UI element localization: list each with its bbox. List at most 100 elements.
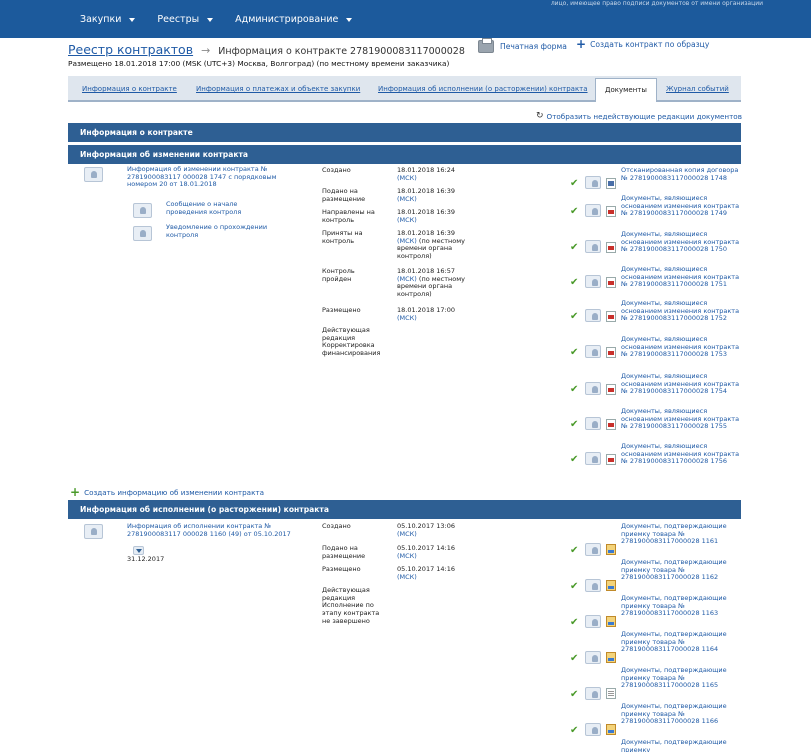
execution-info-title[interactable]: Информация об исполнении контракта № 278…: [127, 522, 307, 538]
document-row: ✔ Документы, являющиеся основанием измене…: [570, 407, 741, 438]
document-link[interactable]: Документы, подтверждающие приемку товара…: [621, 594, 741, 618]
image-file-icon[interactable]: [606, 580, 616, 591]
document-link[interactable]: Документы, являющиеся основанием изменен…: [621, 194, 741, 218]
show-inactive-editions-link[interactable]: ↻ Отобразить недействующие редакции доку…: [536, 111, 742, 121]
tab-documents[interactable]: Документы: [595, 78, 657, 102]
signature-stamp-icon[interactable]: [585, 579, 601, 592]
section-change-info[interactable]: Информация об изменении контракта: [68, 145, 741, 164]
signature-stamp-icon[interactable]: [585, 204, 601, 217]
event-accepted-label: Приняты на контроль: [322, 229, 363, 245]
document-link[interactable]: Документы, подтверждающие приемку товара…: [621, 558, 741, 582]
document-link[interactable]: Документы, подтверждающие приемку товара…: [621, 630, 741, 654]
header-notice: лицо, имеющее право подписи документов о…: [550, 0, 763, 7]
signature-stamp-icon[interactable]: [585, 275, 601, 288]
document-link[interactable]: Документы, являющиеся основанием изменен…: [621, 299, 741, 323]
signature-stamp-icon[interactable]: [585, 417, 601, 430]
document-row: Документы, подтверждающие приемку: [570, 739, 741, 752]
tab-execution-info[interactable]: Информация об исполнении (о расторжении)…: [378, 85, 588, 93]
menu-registries[interactable]: Реестры: [157, 14, 214, 25]
timezone-link[interactable]: (МСК): [397, 573, 467, 582]
section-contract-info[interactable]: Информация о контракте: [68, 123, 741, 142]
timezone-link[interactable]: (МСК): [397, 552, 467, 561]
pdf-file-icon[interactable]: [606, 242, 616, 253]
main-menu: Закупки Реестры Администрирование: [80, 14, 353, 25]
document-link[interactable]: Документы, являющиеся основанием изменен…: [621, 230, 741, 254]
image-file-icon[interactable]: [606, 724, 616, 735]
signature-stamp-icon[interactable]: [585, 723, 601, 736]
document-link[interactable]: Документы, подтверждающие приемку: [621, 739, 741, 752]
scan-file-icon[interactable]: [606, 178, 616, 189]
image-file-icon[interactable]: [606, 652, 616, 663]
tab-contract-info[interactable]: Информация о контракте: [82, 85, 177, 93]
pdf-file-icon[interactable]: [606, 347, 616, 358]
signature-stamp-icon[interactable]: [585, 309, 601, 322]
event-created-label: Создано: [322, 166, 351, 174]
timezone-link[interactable]: (МСК): [397, 216, 467, 225]
pdf-file-icon[interactable]: [606, 454, 616, 465]
document-stamp-icon[interactable]: [84, 167, 103, 182]
create-contract-by-template-button[interactable]: + Создать контракт по образцу: [576, 38, 709, 50]
document-row: ✔ Документы, подтверждающие приемку товар…: [570, 594, 741, 631]
image-file-icon[interactable]: [606, 544, 616, 555]
pdf-file-icon[interactable]: [606, 384, 616, 395]
timezone-link[interactable]: (МСК): [397, 530, 467, 539]
signature-stamp-icon[interactable]: [585, 382, 601, 395]
change-info-title[interactable]: Информация об изменении контракта № 2781…: [127, 165, 307, 189]
menu-registries-label: Реестры: [157, 14, 200, 25]
text-file-icon[interactable]: [606, 688, 616, 699]
timezone-link[interactable]: (МСК): [397, 174, 467, 183]
document-stamp-icon[interactable]: [133, 203, 152, 218]
document-row: ✔ Документы, являющиеся основанием измене…: [570, 194, 741, 225]
section-execution-info[interactable]: Информация об исполнении (о расторжении)…: [68, 500, 741, 519]
document-link[interactable]: Документы, являющиеся основанием изменен…: [621, 335, 741, 359]
document-stamp-icon[interactable]: [84, 524, 103, 539]
document-link[interactable]: Документы, подтверждающие приемку товара…: [621, 702, 741, 726]
breadcrumb-contract-registry[interactable]: Реестр контрактов: [68, 42, 193, 57]
refresh-icon: ↻: [536, 111, 544, 121]
expand-toggle-icon[interactable]: [133, 546, 144, 555]
tab-event-log[interactable]: Журнал событий: [666, 85, 729, 93]
document-stamp-icon[interactable]: [133, 226, 152, 241]
pdf-file-icon[interactable]: [606, 419, 616, 430]
pdf-file-icon[interactable]: [606, 311, 616, 322]
document-link[interactable]: Документы, являющиеся основанием изменен…: [621, 372, 741, 396]
menu-purchases[interactable]: Закупки: [80, 14, 136, 25]
timezone-link[interactable]: (МСК): [397, 195, 467, 204]
event-posted-value: 18.01.2018 17:00 (МСК): [397, 306, 467, 323]
document-link[interactable]: Отсканированная копия договора № 2781900…: [621, 166, 741, 182]
pdf-file-icon[interactable]: [606, 206, 616, 217]
show-inactive-editions-label: Отобразить недействующие редакции докуме…: [546, 111, 742, 121]
printer-icon: [478, 38, 494, 53]
control-passed-notice-link[interactable]: Уведомление о прохождении контроля: [166, 223, 276, 239]
chevron-down-icon: [346, 17, 353, 22]
document-row: ✔ Документы, подтверждающие приемку товар…: [570, 558, 741, 595]
menu-administration[interactable]: Администрирование: [235, 14, 353, 25]
signature-stamp-icon[interactable]: [585, 651, 601, 664]
event-accepted-value: 18.01.2018 16:39 (МСК) (по местному време…: [397, 229, 467, 261]
document-link[interactable]: Документы, подтверждающие приемку товара…: [621, 666, 741, 690]
pdf-file-icon[interactable]: [606, 277, 616, 288]
signature-stamp-icon[interactable]: [585, 687, 601, 700]
signature-stamp-icon[interactable]: [585, 240, 601, 253]
signature-stamp-icon[interactable]: [585, 345, 601, 358]
check-icon: ✔: [570, 653, 579, 664]
add-change-info-link[interactable]: + Создать информацию об изменении контра…: [70, 486, 264, 498]
document-row: ✔ Документы, являющиеся основанием измене…: [570, 265, 741, 296]
posted-date: Размещено 18.01.2018 17:00 (MSK (UTC+3) …: [68, 59, 450, 68]
document-link[interactable]: Документы, являющиеся основанием изменен…: [621, 407, 741, 431]
signature-stamp-icon[interactable]: [585, 615, 601, 628]
image-file-icon[interactable]: [606, 616, 616, 627]
event-control-passed-value: 18.01.2018 16:57 (МСК) (по местному време…: [397, 267, 467, 299]
print-form-button[interactable]: Печатная форма: [478, 38, 567, 53]
check-icon: ✔: [570, 206, 579, 217]
document-link[interactable]: Документы, подтверждающие приемку товара…: [621, 522, 741, 546]
event-submitted-value: 18.01.2018 16:39 (МСК): [397, 187, 467, 204]
control-start-message-link[interactable]: Сообщение о начале проведения контроля: [166, 200, 266, 216]
document-link[interactable]: Документы, являющиеся основанием изменен…: [621, 442, 741, 466]
signature-stamp-icon[interactable]: [585, 176, 601, 189]
tab-payments-and-object[interactable]: Информация о платежах и объекте закупки: [196, 85, 360, 93]
timezone-link[interactable]: (МСК): [397, 314, 467, 323]
document-link[interactable]: Документы, являющиеся основанием изменен…: [621, 265, 741, 289]
signature-stamp-icon[interactable]: [585, 452, 601, 465]
signature-stamp-icon[interactable]: [585, 543, 601, 556]
